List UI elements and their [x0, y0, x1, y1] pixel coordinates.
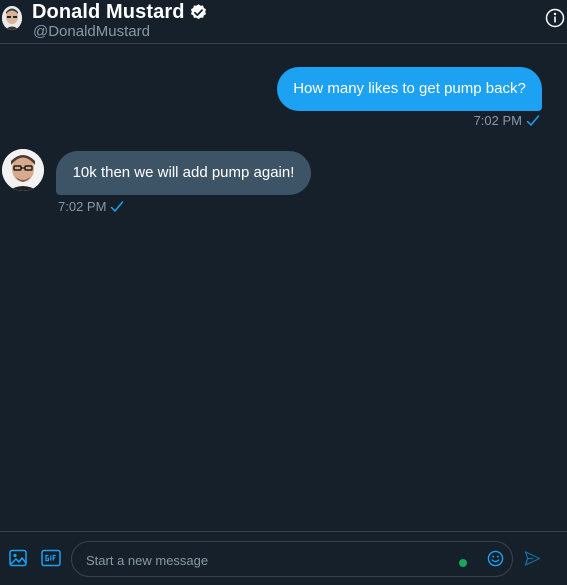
gif-icon[interactable]	[41, 549, 61, 567]
message-timestamp: 7:02 PM	[58, 199, 107, 214]
image-icon[interactable]	[9, 549, 27, 567]
verified-badge-icon	[190, 3, 206, 19]
incoming-message-bubble[interactable]: 10k then we will add pump again!	[56, 151, 311, 195]
message-input-wrapper	[71, 541, 513, 578]
contact-name[interactable]: Donald Mustard	[32, 1, 185, 24]
message-input[interactable]	[84, 542, 448, 578]
outgoing-message-bubble[interactable]: How many likes to get pump back?	[277, 67, 542, 111]
read-check-icon	[111, 200, 124, 212]
avatar[interactable]	[2, 149, 44, 191]
conversation-header: Donald Mustard @DonaldMustard	[0, 0, 567, 44]
incoming-message-meta: 7:02 PM	[58, 199, 124, 214]
status-dot	[459, 559, 467, 567]
contact-handle[interactable]: @DonaldMustard	[33, 23, 150, 40]
header-name-row: Donald Mustard	[32, 0, 208, 24]
send-icon[interactable]	[524, 550, 541, 567]
emoji-icon[interactable]	[487, 550, 504, 567]
dm-conversation: Donald Mustard @DonaldMustard How many l…	[0, 0, 567, 585]
info-icon[interactable]	[545, 8, 565, 28]
avatar[interactable]	[2, 6, 22, 30]
read-check-icon	[526, 114, 540, 126]
message-timestamp: 7:02 PM	[473, 113, 522, 128]
outgoing-message-meta: 7:02 PM	[474, 113, 540, 128]
